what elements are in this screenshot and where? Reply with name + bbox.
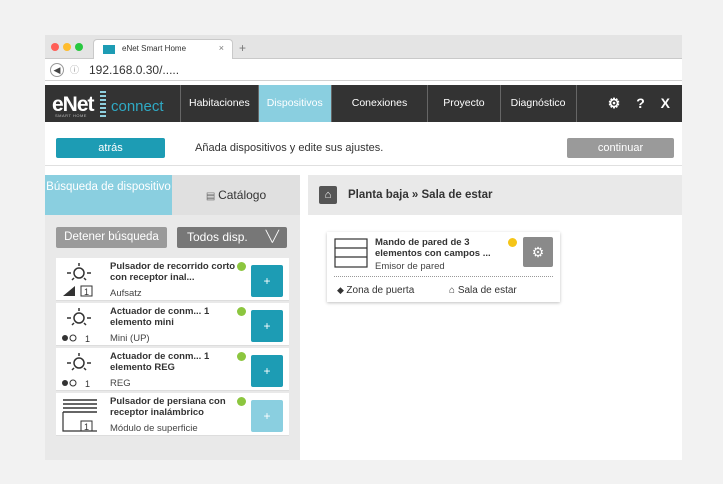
device-name: Mando de pared de 3 elementos con campos… <box>375 237 491 259</box>
status-online-dot <box>237 352 246 361</box>
light-actuator-icon: 1 <box>62 353 91 388</box>
device-settings-gear-icon[interactable]: ⚙ <box>523 237 553 267</box>
browser-window: eNet Smart Home × + ◀ ⓘ 192.168.0.30/...… <box>45 35 682 460</box>
chevron-down-icon: ╲╱ <box>265 231 279 243</box>
browser-tab-bar: eNet Smart Home × + <box>45 35 682 59</box>
tab-device-search[interactable]: Búsqueda de dispositivo <box>45 175 172 215</box>
device-type: Aufsatz <box>110 288 142 299</box>
status-online-dot <box>237 397 246 406</box>
channel-number: 1 <box>84 287 89 297</box>
room-text: Sala de estar <box>457 285 517 296</box>
light-actuator-icon: 1 <box>62 308 91 343</box>
tab-close-icon[interactable]: × <box>219 43 224 53</box>
device-filter-dropdown[interactable]: Todos disp. ╲╱ <box>177 227 287 248</box>
close-icon[interactable]: X <box>661 95 670 111</box>
channel-number: 1 <box>84 422 89 432</box>
device-type: Emisor de pared <box>375 261 445 272</box>
add-device-button[interactable]: + <box>251 400 283 432</box>
add-device-button[interactable]: + <box>251 265 283 297</box>
device-search-panel: Búsqueda de dispositivo ▤ Catálogo Deten… <box>45 175 300 460</box>
instruction-text: Añada dispositivos y edite sus ajustes. <box>195 142 384 154</box>
assigned-device-card[interactable]: Mando de pared de 3 elementos con campos… <box>327 232 560 302</box>
device-list-item[interactable]: 1 Actuador de conm... 1 elemento mini Mi… <box>56 303 289 346</box>
breadcrumb-bar: ⌂ Planta baja » Sala de estar <box>308 175 682 215</box>
breadcrumb: Planta baja » Sala de estar <box>348 189 493 201</box>
status-pending-dot <box>508 238 517 247</box>
zone-label: ◆ Zona de puerta <box>337 285 414 296</box>
filter-label: Todos disp. <box>187 230 248 244</box>
nav-dispositivos[interactable]: Dispositivos <box>257 85 331 122</box>
logo-connect: connect <box>111 98 164 115</box>
logo-bars-icon <box>100 91 106 117</box>
logo-subtext: SMART HOME <box>55 113 87 118</box>
help-icon[interactable]: ? <box>636 95 645 111</box>
channel-number: 1 <box>85 334 90 343</box>
device-name: Pulsador de persiana con receptor inalám… <box>110 396 226 418</box>
enet-logo: eNet SMART HOME connect <box>45 85 175 122</box>
device-list-item[interactable]: 1 Pulsador de persiana con receptor inal… <box>56 393 289 436</box>
home-icon[interactable]: ⌂ <box>319 186 337 204</box>
close-window-dot[interactable] <box>51 43 59 51</box>
status-online-dot <box>237 262 246 271</box>
continue-button[interactable]: continuar <box>567 138 674 158</box>
back-button[interactable]: atrás <box>56 138 165 158</box>
settings-gear-icon[interactable]: ⚙ <box>608 95 621 111</box>
app-header: eNet SMART HOME connect Habitaciones Dis… <box>45 85 682 122</box>
address-bar: ◀ ⓘ 192.168.0.30/..... <box>45 59 682 81</box>
tab-catalog-label: Catálogo <box>218 188 267 202</box>
device-list-item[interactable]: 1 Actuador de conm... 1 elemento REG REG… <box>56 348 289 391</box>
light-switch-icon: 1 <box>63 263 93 297</box>
device-type: Mini (UP) <box>110 333 150 344</box>
nav-diagnostico[interactable]: Diagnóstico <box>499 85 577 122</box>
nav-conexiones[interactable]: Conexiones <box>330 85 427 122</box>
new-tab-icon[interactable]: + <box>239 41 246 55</box>
device-type: Módulo de superficie <box>110 423 198 434</box>
main-nav: Habitaciones Dispositivos Conexiones Pro… <box>180 85 577 122</box>
tab-title: eNet Smart Home <box>122 44 187 53</box>
card-divider <box>334 276 553 277</box>
home-small-icon: ⌂ <box>449 285 458 296</box>
nav-proyecto[interactable]: Proyecto <box>427 85 499 122</box>
url-field[interactable]: 192.168.0.30/..... <box>89 63 179 77</box>
minimize-window-dot[interactable] <box>63 43 71 51</box>
back-arrow-icon[interactable]: ◀ <box>50 63 64 77</box>
tag-icon: ◆ <box>337 285 347 295</box>
stop-search-button[interactable]: Detener búsqueda <box>56 227 167 248</box>
maximize-window-dot[interactable] <box>75 43 83 51</box>
wall-switch-icon <box>334 238 368 268</box>
add-device-button[interactable]: + <box>251 310 283 342</box>
action-bar: atrás Añada dispositivos y edite sus aju… <box>45 122 682 166</box>
device-name: Pulsador de recorrido corto con receptor… <box>110 261 236 283</box>
header-icons: ⚙ ? X <box>596 85 670 122</box>
info-icon[interactable]: ⓘ <box>70 63 79 76</box>
browser-tab[interactable]: eNet Smart Home × <box>93 39 233 59</box>
zone-text: Zona de puerta <box>346 285 415 296</box>
blind-switch-icon: 1 <box>62 399 97 432</box>
add-device-button[interactable]: + <box>251 355 283 387</box>
room-panel: ⌂ Planta baja » Sala de estar Mando de p… <box>308 175 682 460</box>
room-label: ⌂ Sala de estar <box>449 285 517 296</box>
device-name: Actuador de conm... 1 elemento REG <box>110 351 210 373</box>
channel-number: 1 <box>85 379 90 388</box>
device-type: REG <box>110 378 131 389</box>
favicon-icon <box>103 45 115 54</box>
catalog-book-icon: ▤ <box>205 191 219 202</box>
device-list-item[interactable]: 1 Pulsador de recorrido corto con recept… <box>56 258 289 301</box>
device-name: Actuador de conm... 1 elemento mini <box>110 306 210 328</box>
nav-habitaciones[interactable]: Habitaciones <box>180 85 258 122</box>
status-online-dot <box>237 307 246 316</box>
tab-catalog[interactable]: ▤ Catálogo <box>172 175 300 215</box>
